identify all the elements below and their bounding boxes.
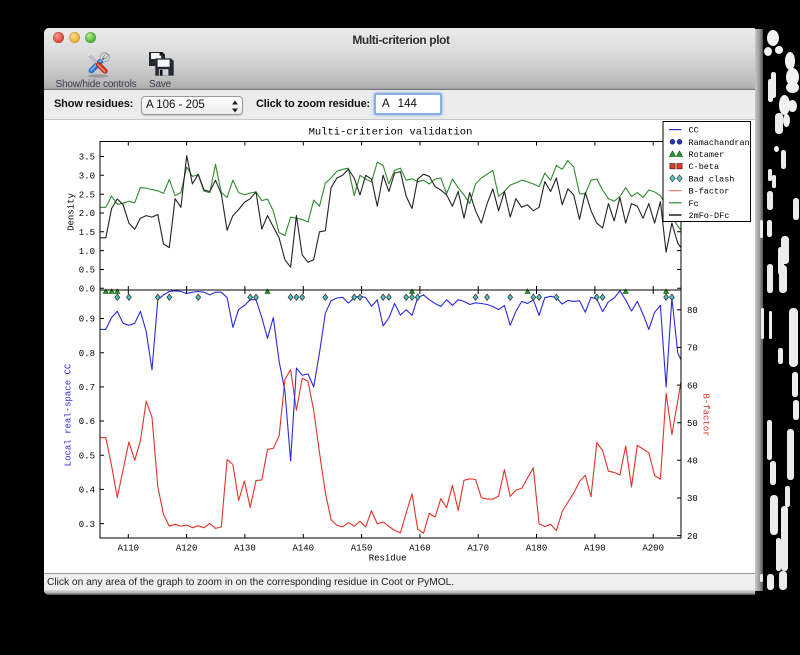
- svg-text:A190: A190: [584, 544, 606, 554]
- svg-text:1.5: 1.5: [79, 228, 95, 238]
- svg-text:2.5: 2.5: [79, 190, 95, 200]
- svg-text:Density: Density: [67, 193, 77, 231]
- svg-text:A140: A140: [292, 544, 314, 554]
- svg-text:Residue: Residue: [369, 554, 407, 564]
- svg-text:0.6: 0.6: [79, 417, 95, 427]
- svg-text:A200: A200: [642, 544, 664, 554]
- svg-text:0.9: 0.9: [79, 315, 95, 325]
- svg-text:2.0: 2.0: [79, 209, 95, 219]
- svg-text:B-factor: B-factor: [689, 187, 730, 197]
- svg-text:A170: A170: [467, 544, 489, 554]
- svg-text:CC: CC: [689, 126, 699, 136]
- svg-text:80: 80: [687, 306, 698, 316]
- svg-text:A180: A180: [526, 544, 548, 554]
- svg-text:20: 20: [687, 532, 698, 542]
- svg-text:Local real-space CC: Local real-space CC: [64, 363, 74, 466]
- svg-text:0.0: 0.0: [79, 285, 95, 295]
- svg-text:0.5: 0.5: [79, 451, 95, 461]
- svg-text:0.8: 0.8: [79, 349, 95, 359]
- svg-text:A150: A150: [351, 544, 373, 554]
- svg-text:70: 70: [687, 344, 698, 354]
- svg-text:C-beta: C-beta: [689, 162, 720, 172]
- svg-text:A160: A160: [409, 544, 431, 554]
- svg-text:3.5: 3.5: [79, 153, 95, 163]
- svg-text:Fc: Fc: [689, 199, 699, 209]
- svg-text:A130: A130: [234, 544, 256, 554]
- svg-text:0.3: 0.3: [79, 520, 95, 530]
- svg-text:B-factor: B-factor: [701, 393, 711, 436]
- svg-text:Multi-criterion validation: Multi-criterion validation: [309, 127, 473, 139]
- svg-text:0.5: 0.5: [79, 266, 95, 276]
- svg-text:2mFo-DFc: 2mFo-DFc: [689, 211, 730, 221]
- svg-text:1.0: 1.0: [79, 247, 95, 257]
- svg-text:A120: A120: [176, 544, 198, 554]
- svg-text:Rotamer: Rotamer: [689, 150, 725, 160]
- svg-text:40: 40: [687, 457, 698, 467]
- svg-text:3.0: 3.0: [79, 172, 95, 182]
- svg-text:60: 60: [687, 381, 698, 391]
- svg-text:50: 50: [687, 419, 698, 429]
- svg-text:Bad clash: Bad clash: [689, 174, 735, 184]
- svg-text:30: 30: [687, 494, 698, 504]
- svg-text:0.7: 0.7: [79, 383, 95, 393]
- svg-text:Ramachandran: Ramachandran: [689, 138, 750, 148]
- svg-text:A110: A110: [117, 544, 139, 554]
- svg-text:0.4: 0.4: [79, 486, 95, 496]
